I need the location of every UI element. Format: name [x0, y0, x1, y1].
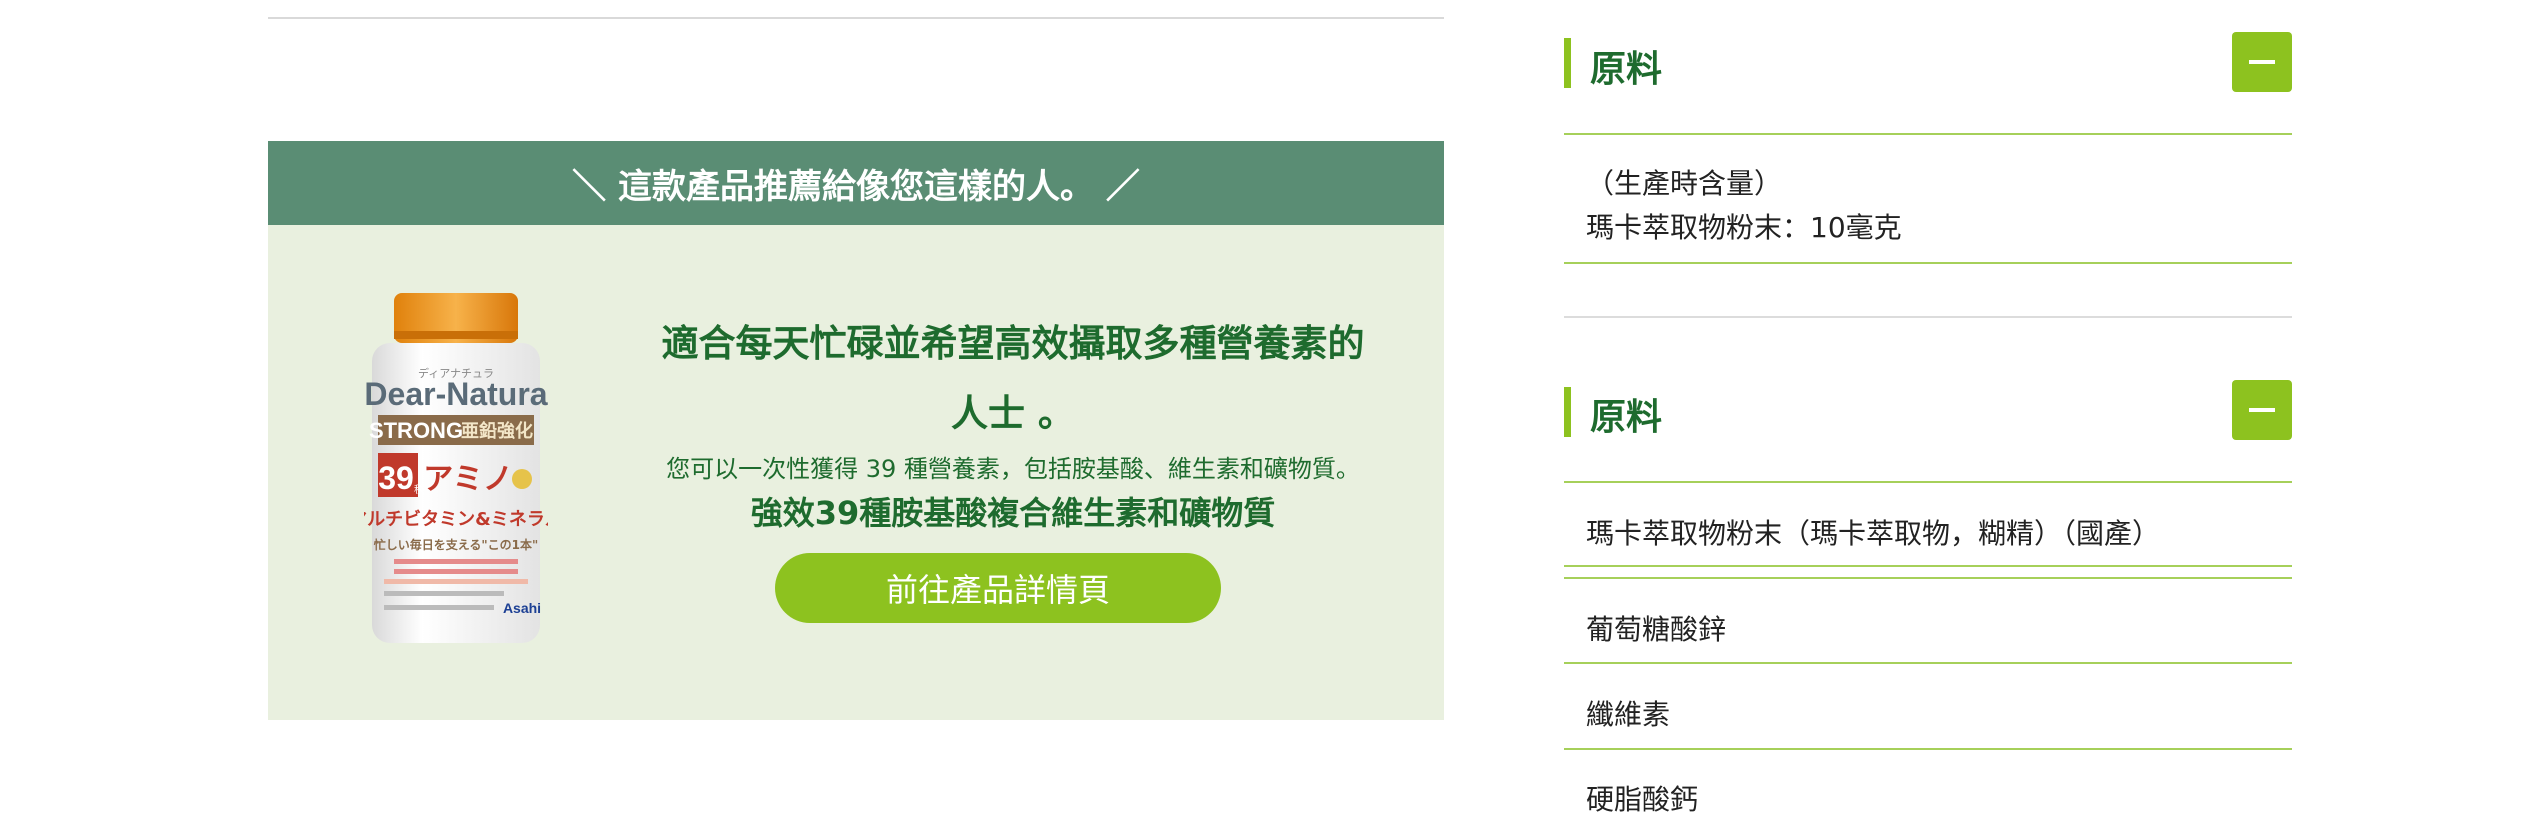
recommendation-tagline: 強效39種胺基酸複合維生素和礦物質 [750, 494, 1276, 532]
ingredient-divider [1564, 748, 2292, 750]
section-2-collapse-button[interactable] [2232, 380, 2292, 440]
section-1-collapse-button[interactable] [2232, 32, 2292, 92]
top-divider [268, 17, 1444, 19]
section-1-accent-bar [1564, 38, 1571, 88]
section-1-text-line-2: 瑪卡萃取物粉末：10毫克 [1586, 211, 1902, 244]
section-2-header-divider [1564, 481, 2292, 483]
section-2-accent-bar [1564, 387, 1571, 437]
bottle-name-2: マルチビタミン&ミネラル [364, 509, 548, 530]
bottle-line: STRONG [369, 418, 463, 443]
section-1-text-line-1: （生產時含量） [1586, 167, 1783, 200]
recommendation-headline: 適合每天忙碌並希望高效攝取多種營養素的 人士 。 [613, 309, 1413, 449]
section-1-header-divider [1564, 133, 2292, 135]
ingredient-item: 纖維素 [1586, 698, 1671, 731]
ingredient-item: 硬脂酸鈣 [1586, 783, 1699, 816]
section-1-title: 原料 [1590, 49, 1663, 90]
recommendation-description: 您可以一次性獲得 39 種營養素，包括胺基酸、維生素和礦物質。 [666, 455, 1360, 483]
ingredient-divider [1564, 662, 2292, 664]
bottle-brand: Dear-Natura [364, 376, 547, 412]
section-1-bottom-divider [1564, 262, 2292, 264]
ingredient-divider [1564, 565, 2292, 567]
ingredient-item: 瑪卡萃取物粉末（瑪卡萃取物，糊精）（國產） [1586, 517, 2161, 550]
ingredient-divider [1564, 577, 2292, 579]
minus-icon [2249, 60, 2275, 64]
ingredient-item: 葡萄糖酸鋅 [1586, 613, 1727, 646]
product-image: ディアナチュラ Dear-Natura STRONG 亜鉛強化 39 種 アミノ… [349, 293, 563, 647]
bottle-count: 39 [378, 460, 414, 496]
section-2-title: 原料 [1590, 397, 1663, 438]
bottle-line-sub: 亜鉛強化 [461, 420, 533, 442]
recommendation-header: ＼ 這款產品推薦給像您這樣的人。 ／ [268, 141, 1444, 225]
recommendation-panel: ＼ 這款產品推薦給像您這樣的人。 ／ ディアナチュラ Dear-Natura S… [268, 141, 1444, 720]
product-bottle-image: ディアナチュラ Dear-Natura STRONG 亜鉛強化 39 種 アミノ… [349, 293, 563, 643]
headline-line-1: 適合每天忙碌並希望高效攝取多種營養素的 [661, 322, 1365, 365]
bottle-name-1: アミノ [423, 462, 512, 497]
headline-line-2: 人士 。 [951, 392, 1075, 435]
section-separator [1564, 316, 2292, 318]
minus-icon [2249, 408, 2275, 412]
product-detail-button[interactable]: 前往產品詳情頁 [775, 553, 1221, 623]
bottle-slogan: 忙しい毎日を支える"この1本" [374, 537, 539, 552]
bottle-maker: Asahi [503, 600, 541, 616]
